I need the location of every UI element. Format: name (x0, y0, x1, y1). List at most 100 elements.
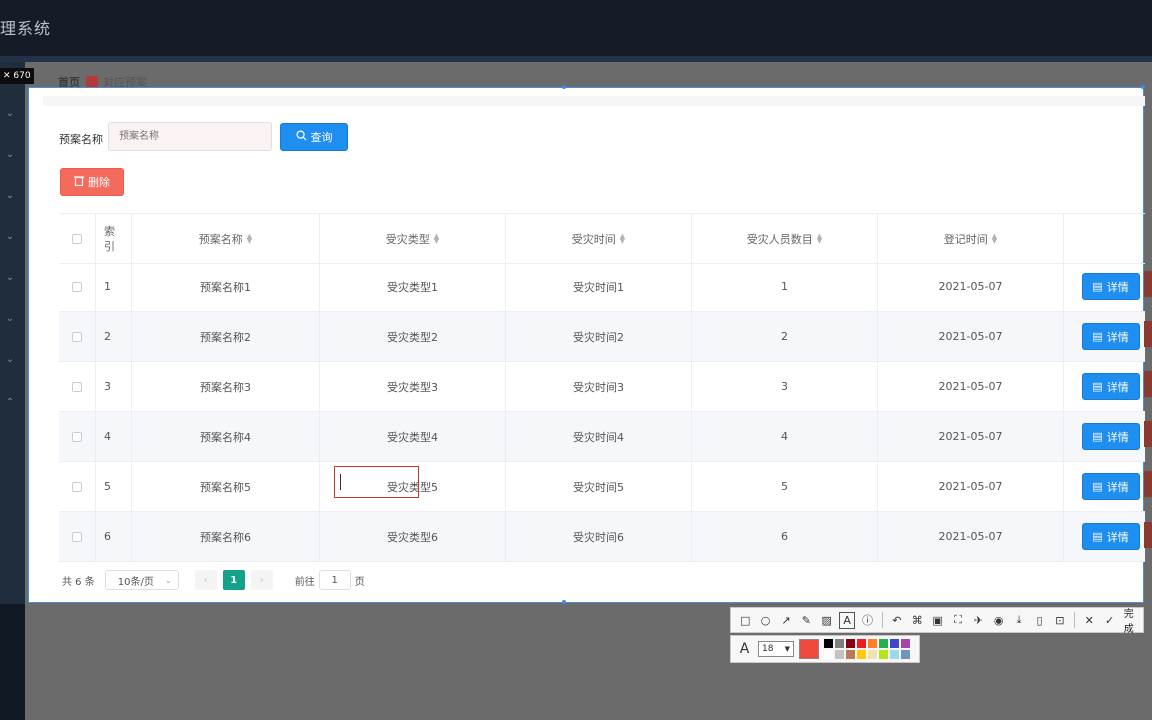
sort-icon[interactable]: ▲ ▼ (817, 232, 822, 244)
cancel-icon[interactable]: ✕ (1081, 612, 1097, 629)
cell-disaster-time: 受灾时间3 (506, 362, 692, 411)
column-header-disaster-type[interactable]: 受灾类型 ▲ ▼ (320, 214, 506, 263)
detail-button[interactable]: ▤ 详情 (1081, 323, 1140, 350)
sort-icon[interactable]: ▲ ▼ (247, 232, 252, 244)
page-size-select[interactable]: 10条/页 ⌄ (104, 570, 179, 590)
cell-affected-count: 1 (692, 262, 878, 311)
sort-icon[interactable]: ▲ ▼ (434, 232, 439, 244)
sort-icon[interactable]: ▲ ▼ (992, 232, 997, 244)
page-jumper: 前往 1 页 (295, 570, 365, 590)
chevron-down-icon[interactable]: ⌄ (3, 149, 17, 160)
current-color-swatch[interactable] (799, 639, 819, 659)
select-all-checkbox[interactable] (72, 233, 82, 244)
download-icon[interactable]: ⤓ (1011, 612, 1027, 629)
cell-plan-name: 预案名称5 (132, 462, 320, 511)
main-card: 预案名称 查询 删除 索引 预案名称 ▲▼ 受灾类型 ▲▼ 受灾时间 ▲▼ 受灾人员数… (28, 85, 1145, 604)
color-swatch[interactable] (835, 639, 844, 648)
page-number-current[interactable]: 1 (222, 570, 245, 590)
detail-button[interactable]: ▤ 详情 (1081, 423, 1140, 450)
selection-handle[interactable] (1141, 85, 1145, 89)
detail-button[interactable]: ▤ 详情 (1081, 373, 1140, 400)
mosaic-tool-icon[interactable]: ▨ (819, 612, 835, 629)
detail-button[interactable]: ▤ 详情 (1081, 523, 1140, 550)
chevron-down-icon[interactable]: ⌄ (3, 354, 17, 365)
color-swatch[interactable] (857, 650, 866, 659)
color-swatch[interactable] (890, 639, 899, 648)
bookmark-icon[interactable]: ⊡ (1052, 612, 1068, 629)
check-icon[interactable]: ✓ (1101, 612, 1117, 629)
cell-plan-name: 预案名称4 (132, 412, 320, 461)
record-icon[interactable]: ◉ (991, 612, 1007, 629)
color-swatch[interactable] (879, 650, 888, 659)
cell-index: 5 (96, 462, 132, 511)
cell-plan-name: 预案名称1 (132, 262, 320, 311)
color-swatch[interactable] (824, 639, 833, 648)
arrow-tool-icon[interactable]: ↗ (778, 612, 794, 629)
row-checkbox[interactable] (72, 381, 82, 392)
chevron-down-icon[interactable]: ⌄ (3, 313, 17, 324)
column-header-disaster-time[interactable]: 受灾时间 ▲ ▼ (506, 214, 692, 263)
prev-page-button[interactable]: ‹ (194, 570, 217, 590)
text-tool-icon[interactable]: A (838, 611, 856, 629)
detail-button[interactable]: ▤ 详情 (1081, 273, 1140, 300)
table-row: 2 预案名称2 受灾类型2 受灾时间2 2 2021-05-07 ▤ 详情 (59, 312, 1145, 362)
chevron-down-icon[interactable]: ⌄ (3, 272, 17, 283)
detail-button[interactable]: ▤ 详情 (1081, 473, 1140, 500)
chevron-down-icon[interactable]: ⌄ (3, 190, 17, 201)
delete-label: 删除 (88, 176, 110, 189)
selection-handle[interactable] (562, 600, 566, 604)
row-checkbox[interactable] (72, 331, 82, 342)
translate-icon[interactable]: ⌘ (909, 612, 925, 629)
ocr-icon[interactable]: ▣ (929, 612, 945, 629)
color-swatch[interactable] (846, 639, 855, 648)
number-tool-icon[interactable]: ⓘ (859, 612, 875, 629)
ellipse-tool-icon[interactable]: ○ (757, 612, 773, 629)
color-swatch[interactable] (868, 650, 877, 659)
color-swatch[interactable] (868, 639, 877, 648)
color-swatch[interactable] (901, 639, 910, 648)
selection-handle[interactable] (562, 85, 566, 89)
color-swatch[interactable] (857, 639, 866, 648)
undo-icon[interactable]: ↶ (889, 612, 905, 629)
chevron-up-icon[interactable]: ⌃ (3, 397, 17, 408)
color-swatch[interactable] (824, 650, 833, 659)
sort-icon[interactable]: ▲ ▼ (620, 232, 625, 244)
column-header-plan-name[interactable]: 预案名称 ▲ ▼ (132, 214, 320, 263)
cell-disaster-type: 受灾类型6 (320, 512, 506, 561)
pen-tool-icon[interactable]: ✎ (798, 612, 814, 629)
document-icon: ▤ (1092, 530, 1103, 543)
cell-index: 4 (96, 412, 132, 461)
row-checkbox[interactable] (72, 531, 82, 542)
cell-index: 3 (96, 362, 132, 411)
edge-marker (1144, 471, 1152, 497)
goto-page-input[interactable]: 1 (318, 570, 351, 590)
phone-icon[interactable]: ▯ (1031, 612, 1047, 629)
column-header-register-time[interactable]: 登记时间 ▲ ▼ (878, 214, 1064, 263)
text-caret (340, 474, 341, 490)
color-swatch[interactable] (835, 650, 844, 659)
query-button[interactable]: 查询 (280, 123, 348, 151)
cell-affected-count: 3 (692, 362, 878, 411)
chevron-down-icon[interactable]: ⌄ (3, 231, 17, 242)
goto-suffix: 页 (354, 576, 365, 588)
color-swatch[interactable] (879, 639, 888, 648)
rectangle-tool-icon[interactable]: □ (737, 612, 753, 629)
row-checkbox[interactable] (72, 281, 82, 292)
color-swatch[interactable] (890, 650, 899, 659)
plan-name-input[interactable] (108, 122, 272, 151)
chevron-down-icon: ⌄ (165, 575, 172, 585)
cell-disaster-time: 受灾时间1 (506, 262, 692, 311)
color-swatch[interactable] (846, 650, 855, 659)
annotation-text-box[interactable] (334, 466, 419, 498)
scan-icon[interactable]: ⛶ (950, 612, 966, 629)
font-size-select[interactable]: 18 ▼ (758, 641, 794, 657)
chevron-down-icon[interactable]: ⌄ (3, 108, 17, 119)
pin-icon[interactable]: ✈ (970, 612, 986, 629)
done-button[interactable]: 完成 (1124, 605, 1143, 635)
color-swatch[interactable] (901, 650, 910, 659)
row-checkbox[interactable] (72, 431, 82, 442)
next-page-button[interactable]: › (250, 570, 273, 590)
delete-button[interactable]: 删除 (60, 168, 124, 196)
row-checkbox[interactable] (72, 481, 82, 492)
column-header-affected-count[interactable]: 受灾人员数目 ▲ ▼ (692, 214, 878, 263)
